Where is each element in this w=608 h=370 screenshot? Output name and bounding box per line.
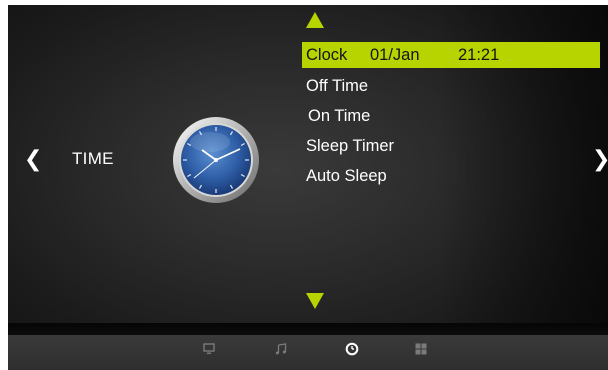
- menu-item-on-time[interactable]: On Time: [302, 101, 606, 131]
- menu-item-auto-sleep[interactable]: Auto Sleep: [302, 161, 606, 191]
- menu-item-label: On Time: [308, 107, 371, 125]
- menu-item-label: Off Time: [306, 77, 369, 95]
- clock-icon[interactable]: [345, 342, 359, 356]
- music-note-icon[interactable]: [274, 342, 288, 356]
- scroll-up-arrow-icon[interactable]: [306, 12, 324, 28]
- menu-item-clock[interactable]: Clock 01/Jan 21:21: [302, 42, 600, 68]
- scroll-down-arrow-icon[interactable]: [306, 293, 324, 309]
- grid-apps-icon[interactable]: [414, 342, 428, 356]
- clock-icon: [173, 117, 259, 203]
- clock-time-value: 21:21: [458, 46, 500, 64]
- tv-menu-screen: ❮ ❯ TIME: [8, 5, 608, 370]
- previous-section-arrow-icon[interactable]: ❮: [24, 148, 42, 170]
- clock-date-value: 01/Jan: [370, 46, 420, 64]
- menu-item-label: Clock: [306, 46, 348, 64]
- menu-item-off-time[interactable]: Off Time: [302, 71, 606, 101]
- menu-item-sleep-timer[interactable]: Sleep Timer: [302, 131, 606, 161]
- menu-item-label: Sleep Timer: [306, 137, 395, 155]
- category-bar: [8, 323, 608, 370]
- tv-icon[interactable]: [202, 342, 216, 356]
- time-settings-menu: Clock 01/Jan 21:21 Off Time On Time Slee…: [302, 42, 606, 191]
- menu-item-label: Auto Sleep: [306, 167, 387, 185]
- section-title: TIME: [72, 149, 114, 168]
